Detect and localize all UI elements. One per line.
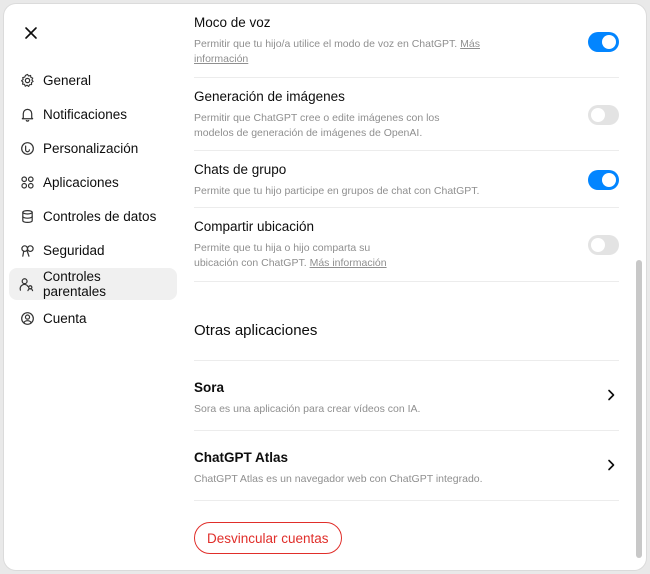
sidebar-item-label: Personalización [43, 140, 139, 156]
sidebar-item-account[interactable]: Cuenta [9, 302, 177, 334]
setting-image-generation: Generación de imágenes Permitir que Chat… [194, 78, 619, 151]
bell-icon [19, 106, 35, 122]
setting-title: Moco de voz [194, 15, 271, 30]
sidebar-item-parental-controls[interactable]: Controles parentales [9, 268, 177, 300]
setting-title: Chats de grupo [194, 162, 287, 177]
setting-title: Compartir ubicación [194, 219, 315, 234]
more-info-link[interactable]: Más información [310, 257, 387, 269]
group-chats-toggle[interactable] [588, 170, 619, 190]
setting-description: Permitir que ChatGPT cree o edite imágen… [194, 112, 440, 139]
app-name: Sora [194, 380, 225, 395]
personalization-icon [19, 140, 35, 156]
setting-description: Permite que tu hija o hijo comparta su u… [194, 242, 387, 269]
voice-mode-toggle[interactable] [588, 32, 619, 52]
close-button[interactable] [20, 22, 42, 44]
parental-controls-panel: Moco de voz Permitir que tu hijo/a utili… [194, 4, 619, 570]
setting-title: Generación de imágenes [194, 89, 345, 104]
key-icon [19, 242, 35, 258]
sidebar-item-label: Controles de datos [43, 208, 157, 224]
settings-dialog: General Notificaciones Personalización A… [4, 4, 646, 570]
sidebar-item-label: Seguridad [43, 242, 105, 258]
share-location-toggle[interactable] [588, 235, 619, 255]
scrollbar-thumb[interactable] [636, 260, 642, 558]
sidebar-item-general[interactable]: General [9, 64, 177, 96]
sidebar-item-label: General [43, 72, 92, 88]
section-title-other-apps: Otras aplicaciones [194, 322, 318, 339]
chevron-right-icon [608, 389, 615, 401]
apps-icon [19, 174, 35, 190]
app-row-chatgpt-atlas[interactable]: ChatGPT Atlas ChatGPT Atlas es un navega… [194, 431, 619, 500]
app-description: ChatGPT Atlas es un navegador web con Ch… [194, 473, 483, 485]
app-row-sora[interactable]: Sora Sora es una aplicación para crear v… [194, 361, 619, 430]
sidebar-item-personalization[interactable]: Personalización [9, 132, 177, 164]
app-name: ChatGPT Atlas [194, 450, 289, 465]
sidebar-item-security[interactable]: Seguridad [9, 234, 177, 266]
setting-description: Permitir que tu hijo/a utilice el modo d… [194, 38, 480, 65]
setting-voice-mode: Moco de voz Permitir que tu hijo/a utili… [194, 4, 619, 78]
sidebar-item-notifications[interactable]: Notificaciones [9, 98, 177, 130]
app-description: Sora es una aplicación para crear vídeos… [194, 403, 421, 415]
sidebar-item-label: Aplicaciones [43, 174, 119, 190]
close-icon [25, 27, 37, 39]
setting-group-chats: Chats de grupo Permite que tu hijo parti… [194, 151, 619, 208]
sidebar-item-label: Notificaciones [43, 106, 128, 122]
sidebar-item-data-controls[interactable]: Controles de datos [9, 200, 177, 232]
account-icon [19, 310, 35, 326]
chevron-right-icon [608, 459, 615, 471]
unlink-accounts-button[interactable]: Desvincular cuentas [194, 522, 342, 554]
database-icon [19, 208, 35, 224]
sidebar-item-label: Cuenta [43, 310, 87, 326]
image-generation-toggle[interactable] [588, 105, 619, 125]
setting-share-location: Compartir ubicación Permite que tu hija … [194, 208, 619, 282]
setting-description: Permite que tu hijo participe en grupos … [194, 185, 480, 197]
parental-icon [19, 276, 35, 292]
gear-icon [19, 72, 35, 88]
settings-sidebar: General Notificaciones Personalización A… [9, 64, 177, 336]
divider [194, 500, 619, 501]
sidebar-item-label: Controles parentales [42, 269, 106, 299]
sidebar-item-apps[interactable]: Aplicaciones [9, 166, 177, 198]
